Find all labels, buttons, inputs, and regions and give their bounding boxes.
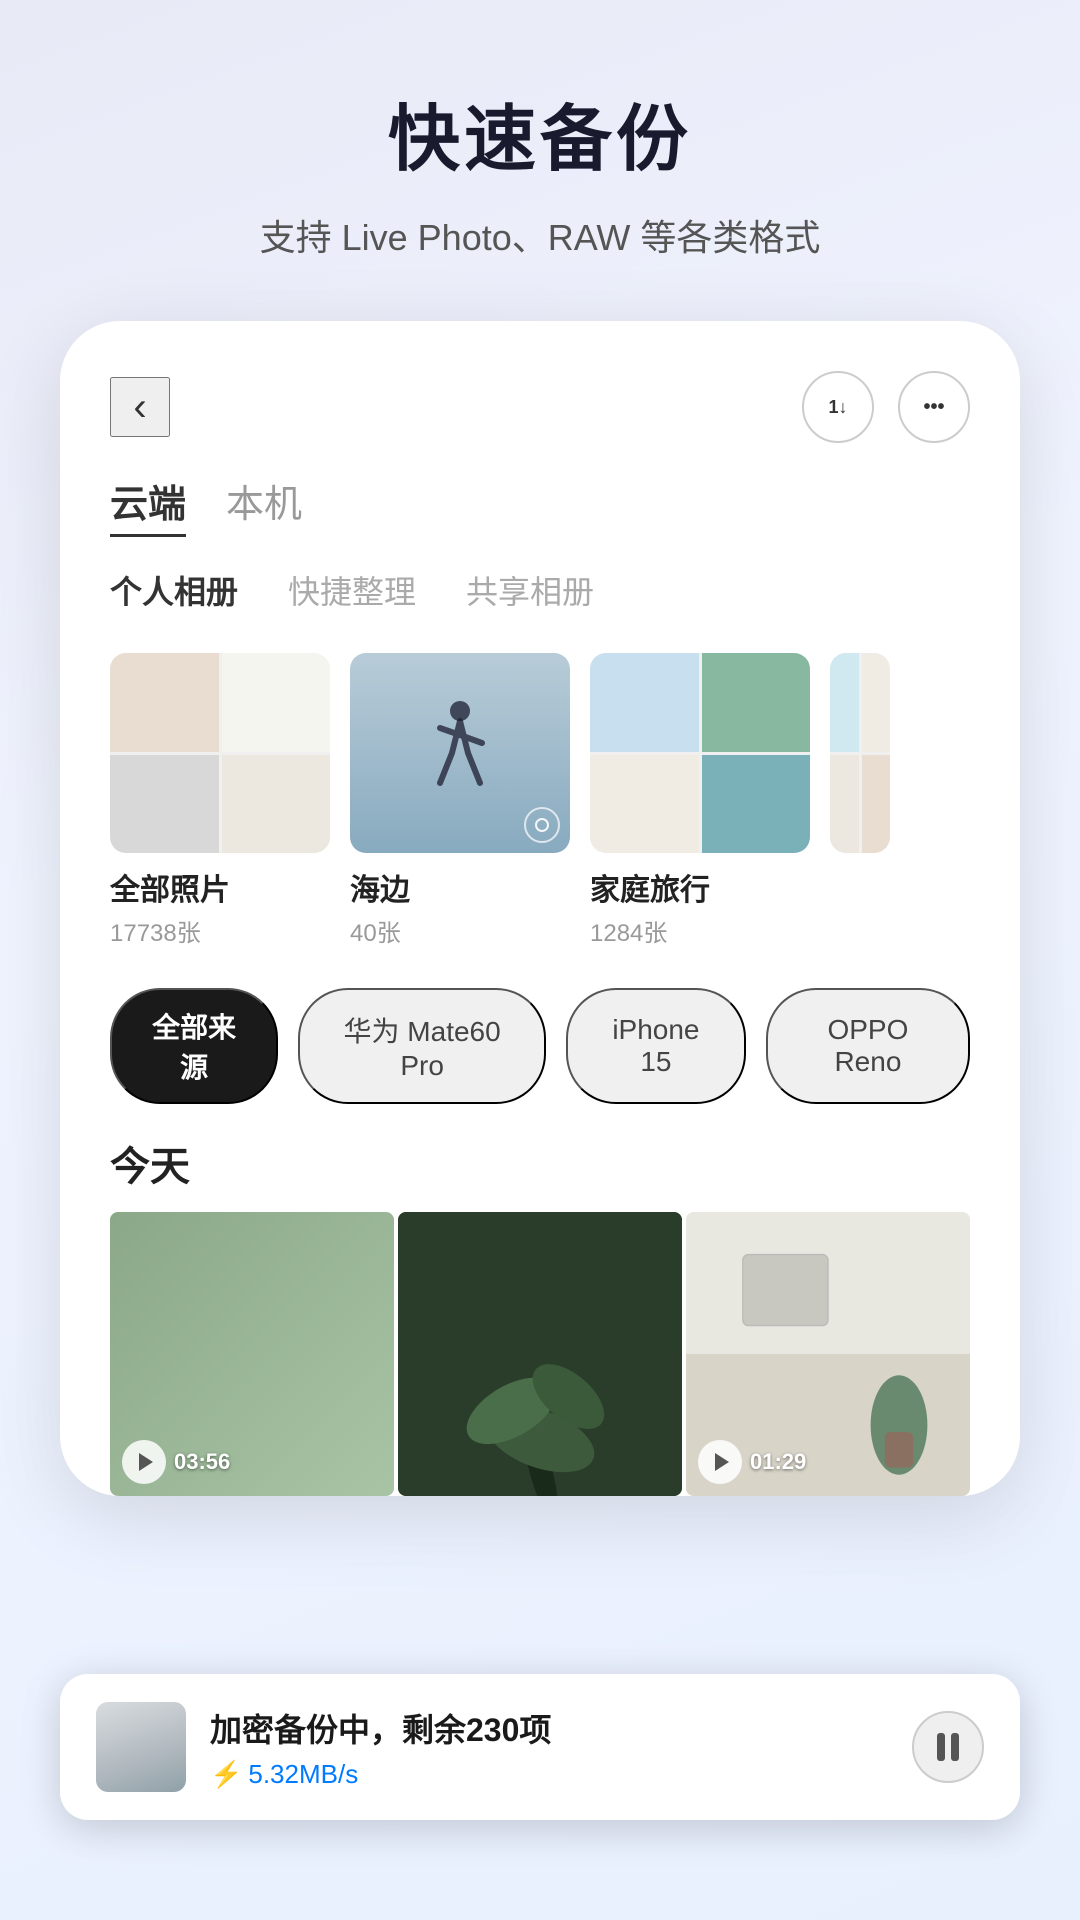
album-thumb-sea [350, 653, 570, 853]
page-header: 快速备份 支持 Live Photo、RAW 等各类格式 [0, 0, 1080, 301]
album-name: 全部照片 [110, 865, 330, 909]
album-item-family[interactable]: 家庭旅行 1284张 [590, 653, 810, 948]
live-ring [524, 807, 560, 843]
play-triangle-icon [715, 1453, 729, 1471]
video-duration-1: 03:56 [174, 1449, 230, 1475]
photo-cell-3[interactable]: 01:29 [686, 1212, 970, 1496]
thumb-cell [222, 755, 331, 854]
chip-all-sources[interactable]: 全部来源 [110, 988, 278, 1104]
album-item-extra[interactable] [830, 653, 1020, 948]
backup-thumbnail [96, 1702, 186, 1792]
page-title: 快速备份 [60, 80, 1020, 185]
pause-bar-left [937, 1733, 945, 1761]
lightning-icon: ⚡ [210, 1759, 242, 1790]
play-triangle-icon [139, 1453, 153, 1471]
chip-oppo[interactable]: OPPO Reno [766, 988, 970, 1104]
album-item-all[interactable]: 全部照片 17738张 [110, 653, 330, 948]
video-overlay-1: 03:56 [122, 1440, 230, 1484]
video-duration-3: 01:29 [750, 1449, 806, 1475]
sort-icon: 1↓ [828, 397, 847, 418]
photo-cell-2[interactable] [398, 1212, 682, 1496]
album-count: 40张 [350, 913, 570, 948]
album-name: 家庭旅行 [590, 865, 810, 909]
thumb-cell [862, 755, 891, 854]
pause-button[interactable] [912, 1711, 984, 1783]
backup-title: 加密备份中，剩余230项 [210, 1705, 888, 1751]
nav-right: 1↓ ••• [802, 371, 970, 443]
tab-cloud[interactable]: 云端 [110, 473, 186, 537]
backup-bar: 加密备份中，剩余230项 ⚡ 5.32MB/s [60, 1674, 1020, 1820]
album-thumb-family [590, 653, 810, 853]
pause-icon [937, 1733, 959, 1761]
thumb-cell [830, 755, 859, 854]
thumb-cell [702, 653, 811, 752]
play-button-3[interactable] [698, 1440, 742, 1484]
sub-tabs: 个人相册 快捷整理 共享相册 [60, 557, 1020, 633]
albums-scroll: 全部照片 17738张 海边 40张 [60, 633, 1020, 958]
today-section-title: 今天 [60, 1114, 1020, 1212]
album-item-sea[interactable]: 海边 40张 [350, 653, 570, 948]
thumb-cell [862, 653, 891, 752]
thumb-cell [702, 755, 811, 854]
play-button-1[interactable] [122, 1440, 166, 1484]
sort-button[interactable]: 1↓ [802, 371, 874, 443]
album-count: 1284张 [590, 913, 810, 948]
pause-bar-right [951, 1733, 959, 1761]
jump-silhouette [420, 693, 500, 813]
speed-text: 5.32MB/s [248, 1759, 358, 1790]
photo-cell-1[interactable]: 03:56 [110, 1212, 394, 1496]
phone-card: ‹ 1↓ ••• 云端 本机 个人相册 快捷整理 共享相册 [60, 321, 1020, 1496]
album-thumb-extra [830, 653, 890, 853]
thumb-cell [110, 653, 219, 752]
backup-info: 加密备份中，剩余230项 ⚡ 5.32MB/s [210, 1705, 888, 1790]
photo-grid: 03:56 [60, 1212, 1020, 1496]
source-chips: 全部来源 华为 Mate60 Pro iPhone 15 OPPO Reno [60, 958, 1020, 1114]
subtab-personal[interactable]: 个人相册 [110, 567, 238, 613]
subtab-shared[interactable]: 共享相册 [466, 567, 594, 613]
backup-speed: ⚡ 5.32MB/s [210, 1759, 888, 1790]
more-icon: ••• [923, 396, 944, 419]
album-thumb-all [110, 653, 330, 853]
top-nav: ‹ 1↓ ••• [60, 371, 1020, 473]
thumb-cell [590, 653, 699, 752]
main-tabs: 云端 本机 [60, 473, 1020, 557]
plant-illustration [398, 1212, 682, 1496]
thumb-cell [590, 755, 699, 854]
video-overlay-3: 01:29 [698, 1440, 806, 1484]
back-icon: ‹ [133, 385, 146, 430]
back-button[interactable]: ‹ [110, 377, 170, 437]
backup-thumb-inner [96, 1702, 186, 1792]
thumb-cell [830, 653, 859, 752]
album-name: 海边 [350, 865, 570, 909]
subtab-organize[interactable]: 快捷整理 [288, 567, 416, 613]
album-count: 17738张 [110, 913, 330, 948]
thumb-cell [222, 653, 331, 752]
tab-local[interactable]: 本机 [226, 473, 302, 537]
thumb-cell [110, 755, 219, 854]
chip-iphone[interactable]: iPhone 15 [566, 988, 746, 1104]
chip-huawei[interactable]: 华为 Mate60 Pro [298, 988, 546, 1104]
page-subtitle: 支持 Live Photo、RAW 等各类格式 [60, 209, 1020, 261]
more-button[interactable]: ••• [898, 371, 970, 443]
